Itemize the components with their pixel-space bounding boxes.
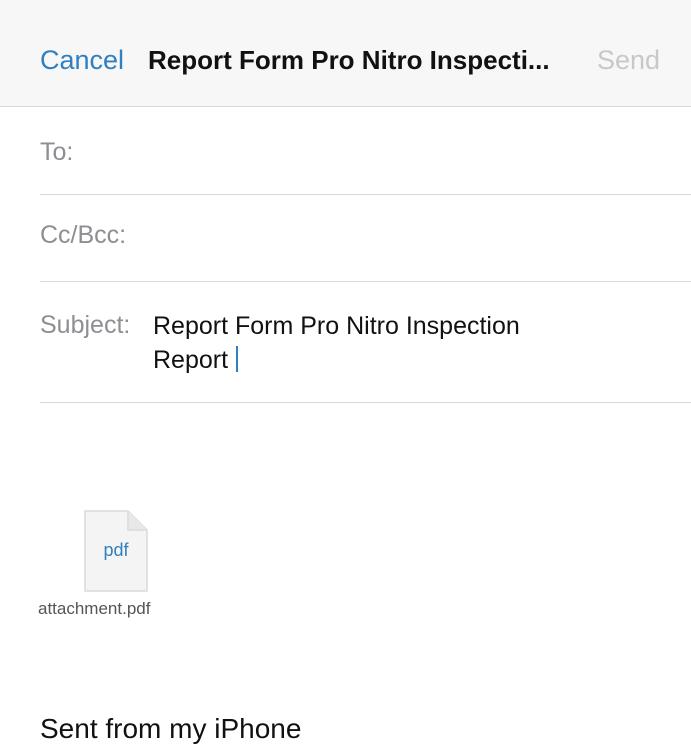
send-button[interactable]: Send xyxy=(597,44,660,76)
cc-bcc-label: Cc/Bcc: xyxy=(40,221,127,249)
text-cursor xyxy=(236,346,239,372)
compose-title: Report Form Pro Nitro Inspecti... xyxy=(148,45,550,75)
cancel-button[interactable]: Cancel xyxy=(40,44,124,76)
compose-nav-bar: Cancel Report Form Pro Nitro Inspecti...… xyxy=(0,0,691,107)
file-extension-label: pdf xyxy=(103,540,129,560)
email-signature[interactable]: Sent from my iPhone xyxy=(40,712,301,746)
subject-input[interactable]: Report Form Pro Nitro Inspection Report xyxy=(153,309,653,377)
subject-text-line-1: Report Form Pro Nitro Inspection xyxy=(153,312,520,340)
subject-field[interactable]: Subject: Report Form Pro Nitro Inspectio… xyxy=(40,282,691,403)
attachment-filename: attachment.pdf xyxy=(38,599,151,618)
pdf-attachment[interactable]: pdf attachment.pdf xyxy=(38,506,208,626)
subject-text-line-2-value: Report xyxy=(153,346,229,374)
subject-text-line-2: Report xyxy=(153,343,653,377)
subject-label: Subject: xyxy=(40,311,131,339)
to-field[interactable]: To: xyxy=(40,108,691,195)
to-label: To: xyxy=(40,138,74,166)
cc-bcc-field[interactable]: Cc/Bcc: xyxy=(40,195,691,282)
